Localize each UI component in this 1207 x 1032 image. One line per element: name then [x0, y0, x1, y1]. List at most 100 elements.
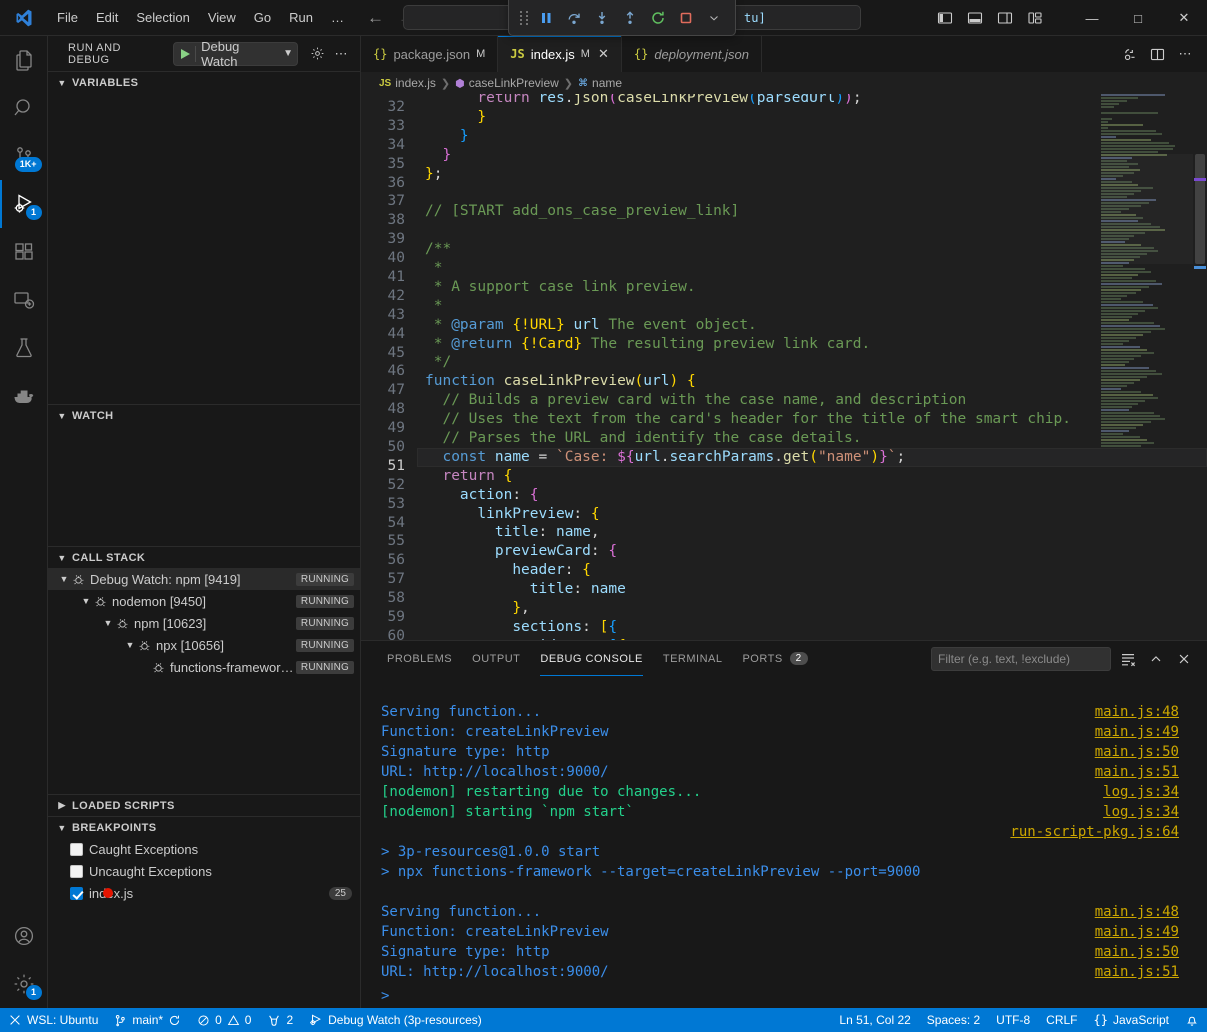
- pane-header-loaded-scripts[interactable]: ▶ LOADED SCRIPTS: [48, 794, 360, 816]
- split-editor-icon[interactable]: [1145, 42, 1169, 66]
- status-branch[interactable]: main*: [106, 1008, 189, 1032]
- activity-testing[interactable]: [0, 324, 48, 372]
- status-remote[interactable]: WSL: Ubuntu: [0, 1008, 106, 1032]
- code-line[interactable]: previewCard: {: [417, 542, 1207, 561]
- code-line[interactable]: */: [417, 353, 1207, 372]
- console-source-link[interactable]: main.js:48: [1095, 902, 1179, 922]
- code-line[interactable]: function caseLinkPreview(url) {: [417, 372, 1207, 391]
- code-line[interactable]: * A support case link preview.: [417, 278, 1207, 297]
- code-line[interactable]: [417, 221, 1207, 240]
- activity-source-control[interactable]: 1K+: [0, 132, 48, 180]
- call-stack-row[interactable]: functions-framework [106… RUNNING: [48, 656, 360, 678]
- call-stack-row[interactable]: ▼ npm [10623] RUNNING: [48, 612, 360, 634]
- chevron-up-icon[interactable]: [1145, 648, 1167, 670]
- pane-header-variables[interactable]: ▼ VARIABLES: [48, 71, 360, 93]
- close-window-button[interactable]: ✕: [1161, 0, 1207, 36]
- layout-grid-icon[interactable]: [1021, 5, 1049, 31]
- code-line[interactable]: // Parses the URL and identify the case …: [417, 429, 1207, 448]
- pane-header-watch[interactable]: ▼ WATCH: [48, 404, 360, 426]
- code-line[interactable]: return {: [417, 467, 1207, 486]
- chevron-down-icon[interactable]: [701, 5, 727, 31]
- call-stack-row[interactable]: ▼ nodemon [9450] RUNNING: [48, 590, 360, 612]
- breadcrumb-item-variable[interactable]: ⌘ name: [578, 76, 622, 90]
- status-cursor-position[interactable]: Ln 51, Col 22: [831, 1008, 918, 1032]
- stop-button[interactable]: [673, 5, 699, 31]
- code-line[interactable]: action: {: [417, 486, 1207, 505]
- layout-sidebar-right-icon[interactable]: [991, 5, 1019, 31]
- code-line[interactable]: },: [417, 599, 1207, 618]
- code-line[interactable]: /**: [417, 240, 1207, 259]
- code-line[interactable]: }: [417, 108, 1207, 127]
- code-line[interactable]: // Builds a preview card with the case n…: [417, 391, 1207, 410]
- code-line[interactable]: const name = `Case: ${url.searchParams.g…: [417, 448, 1207, 467]
- activity-explorer[interactable]: [0, 36, 48, 84]
- menu-file[interactable]: File: [48, 7, 87, 28]
- status-language-mode[interactable]: {} JavaScript: [1086, 1008, 1177, 1032]
- tab-package-json[interactable]: {} package.json M: [361, 36, 498, 72]
- code-line[interactable]: linkPreview: {: [417, 505, 1207, 524]
- code-line[interactable]: }: [417, 127, 1207, 146]
- maximize-button[interactable]: □: [1115, 0, 1161, 36]
- menu-edit[interactable]: Edit: [87, 7, 127, 28]
- ellipsis-icon[interactable]: ⋯: [330, 43, 352, 65]
- gear-icon[interactable]: [306, 43, 328, 65]
- minimap-slider[interactable]: [1101, 154, 1193, 264]
- breakpoint-checkbox[interactable]: [70, 887, 83, 900]
- play-icon[interactable]: [181, 49, 190, 59]
- menu-more[interactable]: …: [322, 7, 353, 28]
- console-filter-input[interactable]: Filter (e.g. text, !exclude): [931, 647, 1111, 671]
- tab-deployment-json[interactable]: {} deployment.json: [622, 36, 762, 72]
- status-problems[interactable]: 0 0: [189, 1008, 259, 1032]
- activity-search[interactable]: [0, 84, 48, 132]
- chevron-down-icon[interactable]: ▼: [124, 640, 136, 650]
- arrow-left-icon[interactable]: ←: [367, 9, 384, 26]
- call-stack-row[interactable]: ▼ Debug Watch: npm [9419] RUNNING: [48, 568, 360, 590]
- breakpoint-row[interactable]: Uncaught Exceptions: [48, 860, 360, 882]
- activity-settings[interactable]: 1: [0, 960, 48, 1008]
- debug-console-input[interactable]: >: [361, 984, 1207, 1008]
- breadcrumb-item-function[interactable]: ⬢ caseLinkPreview: [455, 76, 559, 90]
- pane-header-call-stack[interactable]: ▼ CALL STACK: [48, 546, 360, 568]
- debug-console-output[interactable]: Serving function...main.js:48Function: c…: [361, 676, 1207, 984]
- layout-sidebar-left-icon[interactable]: [931, 5, 959, 31]
- activity-docker[interactable]: [0, 372, 48, 420]
- call-stack-row[interactable]: ▼ npx [10656] RUNNING: [48, 634, 360, 656]
- console-source-link[interactable]: main.js:49: [1095, 722, 1179, 742]
- menu-run[interactable]: Run: [280, 7, 322, 28]
- chevron-down-icon[interactable]: ▼: [58, 574, 70, 584]
- code-line[interactable]: [417, 183, 1207, 202]
- code-editor[interactable]: 3233343536373839404142434445464748495051…: [361, 94, 1207, 640]
- step-out-button[interactable]: [617, 5, 643, 31]
- code-line[interactable]: *: [417, 297, 1207, 316]
- status-indentation[interactable]: Spaces: 2: [919, 1008, 988, 1032]
- activity-extensions[interactable]: [0, 228, 48, 276]
- tab-problems[interactable]: PROBLEMS: [377, 641, 462, 676]
- step-into-button[interactable]: [589, 5, 615, 31]
- step-over-button[interactable]: [561, 5, 587, 31]
- breadcrumb-item-file[interactable]: JS index.js: [379, 76, 436, 90]
- minimize-button[interactable]: —: [1069, 0, 1115, 36]
- menu-selection[interactable]: Selection: [127, 7, 198, 28]
- pause-button[interactable]: [533, 5, 559, 31]
- console-source-link[interactable]: main.js:50: [1095, 742, 1179, 762]
- console-source-link[interactable]: log.js:34: [1103, 782, 1179, 802]
- close-icon[interactable]: ✕: [598, 46, 609, 62]
- code-line[interactable]: return res.json(caseLinkPreview(parsedUr…: [417, 94, 1207, 108]
- editor-scrollbar-thumb[interactable]: [1195, 154, 1205, 264]
- activity-account[interactable]: [0, 912, 48, 960]
- status-notifications[interactable]: [1177, 1008, 1207, 1032]
- code-line[interactable]: // [START add_ons_case_preview_link]: [417, 202, 1207, 221]
- tab-debug-console[interactable]: DEBUG CONSOLE: [530, 641, 652, 676]
- pane-header-breakpoints[interactable]: ▼ BREAKPOINTS: [48, 816, 360, 838]
- minimap[interactable]: [1101, 94, 1193, 640]
- code-line[interactable]: };: [417, 165, 1207, 184]
- console-source-link[interactable]: main.js:51: [1095, 762, 1179, 782]
- chevron-down-icon[interactable]: ▼: [102, 618, 114, 628]
- activity-remote-explorer[interactable]: [0, 276, 48, 324]
- console-source-link[interactable]: main.js:50: [1095, 942, 1179, 962]
- breakpoint-row[interactable]: Caught Exceptions: [48, 838, 360, 860]
- editor-scrollbar[interactable]: [1193, 94, 1207, 640]
- code-line[interactable]: header: {: [417, 561, 1207, 580]
- console-source-link[interactable]: log.js:34: [1103, 802, 1179, 822]
- code-line[interactable]: }: [417, 146, 1207, 165]
